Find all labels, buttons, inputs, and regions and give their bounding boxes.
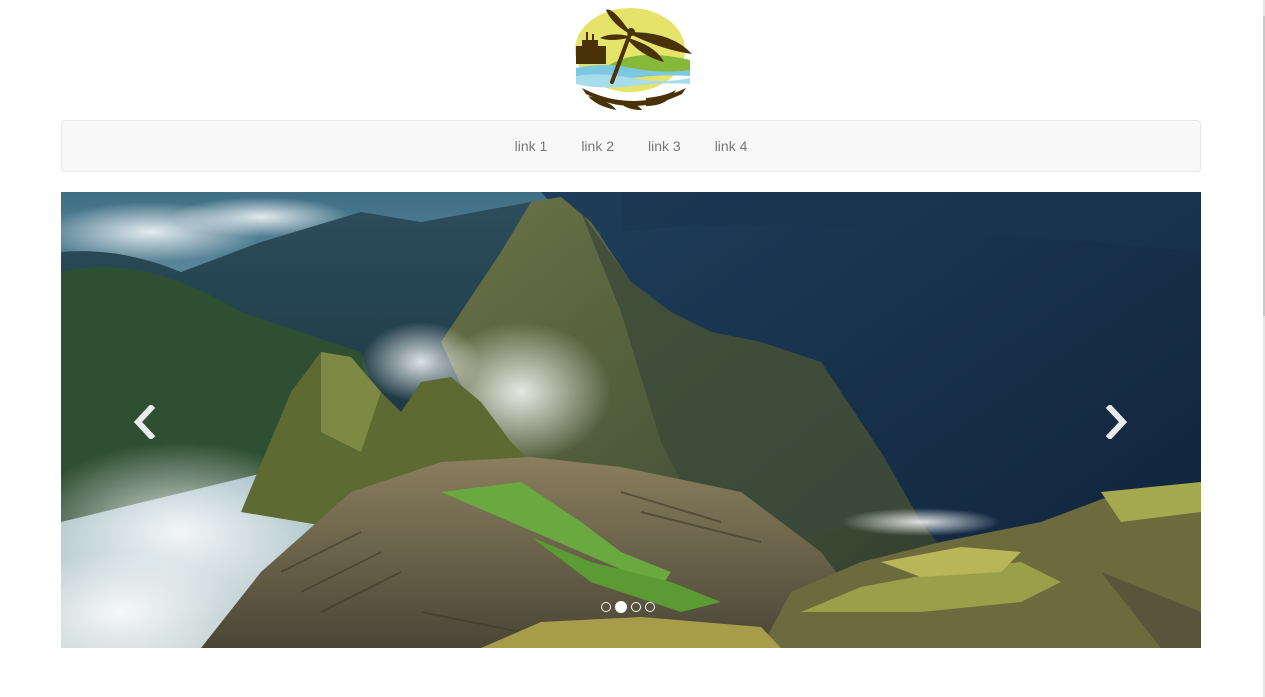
nav-link-2[interactable]: link 2 (564, 121, 631, 171)
carousel-indicator-1[interactable] (601, 602, 611, 612)
carousel-prev-button[interactable] (124, 397, 164, 447)
carousel-indicators (601, 601, 655, 613)
carousel-indicator-3[interactable] (631, 602, 641, 612)
nav-link-1[interactable]: link 1 (498, 121, 565, 171)
site-logo[interactable] (572, 2, 694, 112)
chevron-right-icon (1105, 405, 1128, 439)
carousel-indicator-2[interactable] (615, 601, 627, 613)
image-carousel (61, 192, 1201, 648)
main-navbar: link 1 link 2 link 3 link 4 (61, 120, 1201, 172)
nav-item: link 2 (564, 121, 631, 171)
nav-link-4[interactable]: link 4 (698, 121, 765, 171)
page: link 1 link 2 link 3 link 4 (0, 0, 1265, 697)
carousel-slide-image (61, 192, 1201, 648)
nav-link-3[interactable]: link 3 (631, 121, 698, 171)
carousel-next-button[interactable] (1097, 397, 1137, 447)
nav-item: link 1 (498, 121, 565, 171)
nav-list: link 1 link 2 link 3 link 4 (498, 121, 765, 171)
nav-item: link 3 (631, 121, 698, 171)
nav-item: link 4 (698, 121, 765, 171)
carousel-indicator-4[interactable] (645, 602, 655, 612)
dragonfly-logo-icon (575, 8, 692, 110)
chevron-left-icon (133, 405, 156, 439)
